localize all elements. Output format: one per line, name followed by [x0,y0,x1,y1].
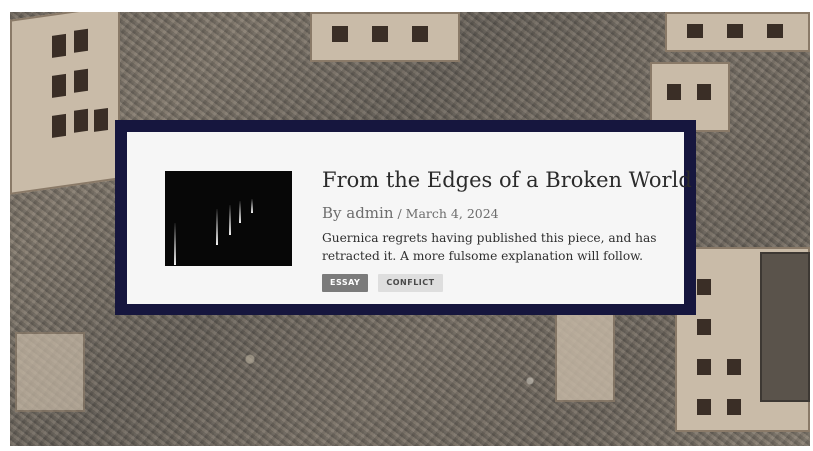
ruined-building [15,332,85,412]
post-tags: ESSAY CONFLICT [322,274,443,292]
light-streak [251,199,253,213]
ruined-building [760,252,810,402]
post-title[interactable]: From the Edges of a Broken World [322,168,692,192]
post-thumbnail[interactable] [165,171,292,266]
author-link[interactable]: admin [346,204,393,222]
date-separator: / [393,206,406,221]
byline-prefix: By [322,204,347,222]
ruined-building [10,12,120,195]
post-byline: By admin / March 4, 2024 [322,203,499,222]
tag-essay[interactable]: ESSAY [322,274,369,292]
tag-conflict[interactable]: CONFLICT [378,274,443,292]
light-streak [216,209,218,245]
ruined-building [555,312,615,402]
post-card[interactable]: From the Edges of a Broken World By admi… [115,120,696,315]
light-streak [229,205,231,235]
ruined-building [665,12,810,52]
page: From the Edges of a Broken World By admi… [0,0,813,451]
post-excerpt: Guernica regrets having published this p… [322,231,657,263]
light-streak [174,223,176,265]
ruined-building [310,12,460,62]
light-streak [239,201,241,223]
post-card-body: From the Edges of a Broken World By admi… [127,132,692,304]
post-date: March 4, 2024 [405,206,499,221]
